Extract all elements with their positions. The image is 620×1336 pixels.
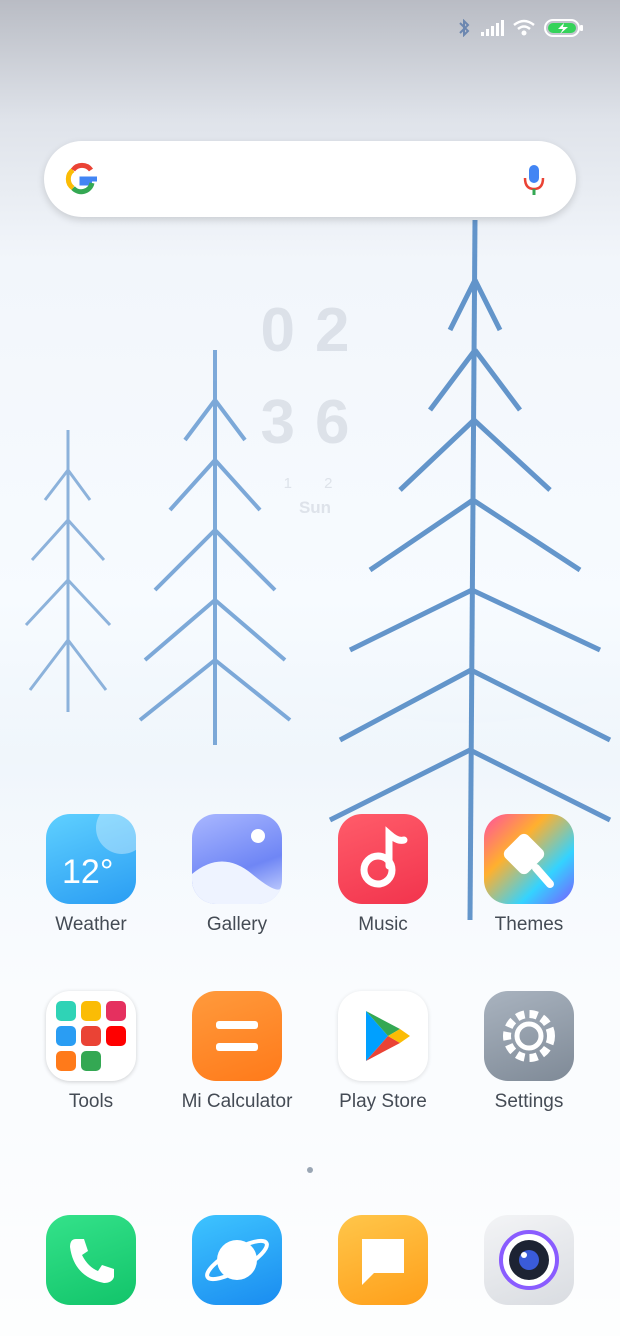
signal-icon bbox=[481, 20, 504, 36]
app-tools-folder[interactable]: Tools bbox=[26, 991, 156, 1113]
app-mi-calculator[interactable]: Mi Calculator bbox=[172, 991, 302, 1113]
gear-icon bbox=[484, 991, 574, 1081]
paintbrush-icon bbox=[484, 814, 574, 904]
tree-small bbox=[24, 430, 112, 712]
app-label: Mi Calculator bbox=[181, 1091, 293, 1112]
clock-minute: 36 bbox=[260, 388, 370, 457]
clock-widget[interactable]: 02 36 1 2 Sun bbox=[255, 285, 375, 518]
messages-icon bbox=[338, 1215, 428, 1305]
dock-messages[interactable] bbox=[318, 1215, 448, 1305]
play-store-icon bbox=[338, 991, 428, 1081]
battery-charging-icon bbox=[544, 19, 583, 37]
page-dot bbox=[307, 1167, 313, 1173]
app-play-store[interactable]: Play Store bbox=[318, 991, 448, 1113]
google-search-bar[interactable] bbox=[44, 141, 576, 217]
app-gallery[interactable]: Gallery bbox=[172, 814, 302, 936]
gallery-icon bbox=[192, 814, 282, 904]
app-music[interactable]: Music bbox=[318, 814, 448, 936]
app-label: Tools bbox=[68, 1091, 114, 1112]
app-label: Gallery bbox=[206, 914, 268, 935]
calculator-icon bbox=[192, 991, 282, 1081]
music-note-icon bbox=[338, 814, 428, 904]
clock-date: 1 2 bbox=[283, 475, 347, 492]
clock-hour: 02 bbox=[260, 296, 370, 365]
bluetooth-icon bbox=[459, 19, 470, 37]
weather-icon: 12° bbox=[46, 814, 136, 904]
wifi-icon bbox=[513, 19, 535, 36]
app-label: Play Store bbox=[339, 1091, 427, 1112]
dock-camera[interactable] bbox=[464, 1215, 594, 1305]
app-label: Music bbox=[358, 914, 408, 935]
page-indicator bbox=[0, 1160, 620, 1178]
google-g-logo bbox=[65, 162, 97, 195]
clock-day: Sun bbox=[298, 498, 332, 517]
folder-icon bbox=[46, 991, 136, 1081]
phone-icon bbox=[46, 1215, 136, 1305]
app-label: Weather bbox=[55, 914, 127, 935]
camera-icon bbox=[484, 1215, 574, 1305]
app-themes[interactable]: Themes bbox=[464, 814, 594, 936]
dock-browser[interactable] bbox=[172, 1215, 302, 1305]
app-label: Themes bbox=[494, 914, 564, 935]
app-weather[interactable]: 12° Weather bbox=[26, 814, 156, 936]
app-label: Settings bbox=[494, 1091, 564, 1112]
status-bar bbox=[456, 14, 584, 42]
weather-temperature: 12° bbox=[62, 853, 114, 891]
dock-phone[interactable] bbox=[26, 1215, 156, 1305]
microphone-icon[interactable] bbox=[522, 163, 546, 197]
browser-icon bbox=[192, 1215, 282, 1305]
app-settings[interactable]: Settings bbox=[464, 991, 594, 1113]
